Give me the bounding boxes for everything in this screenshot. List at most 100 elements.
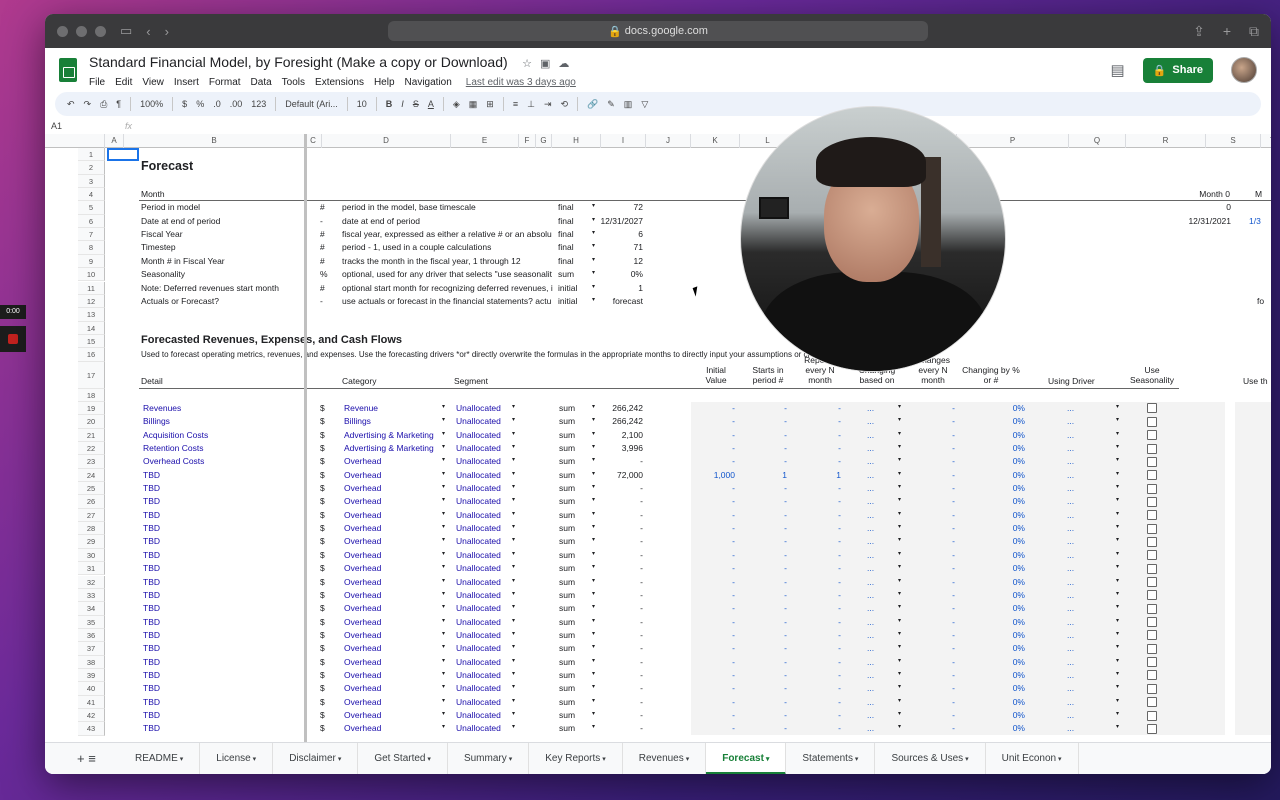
row-header[interactable]: 4 bbox=[78, 188, 105, 202]
seasonality-checkbox[interactable] bbox=[1147, 496, 1157, 507]
row-header[interactable]: 9 bbox=[78, 254, 105, 269]
row-header[interactable]: 14 bbox=[78, 321, 105, 335]
seasonality-checkbox[interactable] bbox=[1147, 523, 1157, 534]
tab-key-reports[interactable]: Key Reports ▾ bbox=[529, 742, 623, 774]
tab-get-started[interactable]: Get Started ▾ bbox=[358, 742, 448, 774]
column-header-r[interactable]: R bbox=[1126, 134, 1206, 148]
menu-file[interactable]: File bbox=[89, 77, 105, 88]
row-header[interactable]: 38 bbox=[78, 655, 105, 669]
row-header[interactable]: 17 bbox=[78, 361, 105, 389]
move-folder-icon[interactable]: ▣ bbox=[540, 57, 550, 70]
column-header-k[interactable]: K bbox=[691, 134, 740, 148]
column-header-p[interactable]: P bbox=[957, 134, 1069, 148]
chevron-down-icon[interactable]: ▾ bbox=[1056, 756, 1062, 763]
chevron-down-icon[interactable]: ▾ bbox=[336, 756, 342, 763]
column-header-f[interactable]: F bbox=[519, 134, 536, 148]
row-header[interactable]: 19 bbox=[78, 401, 105, 416]
seasonality-checkbox[interactable] bbox=[1147, 563, 1157, 574]
row-header[interactable]: 12 bbox=[78, 294, 105, 309]
column-header-i[interactable]: I bbox=[601, 134, 646, 148]
back-icon[interactable]: ‹ bbox=[146, 24, 150, 39]
row-header[interactable]: 34 bbox=[78, 602, 105, 616]
row-header[interactable]: 21 bbox=[78, 428, 105, 442]
row-header[interactable]: 16 bbox=[78, 348, 105, 362]
row-header[interactable]: 1 bbox=[78, 148, 105, 162]
rotate-icon[interactable]: ⟲ bbox=[560, 99, 568, 110]
percent-format-button[interactable]: % bbox=[196, 99, 204, 109]
share-button[interactable]: 🔒 Share bbox=[1142, 57, 1213, 83]
row-header[interactable]: 13 bbox=[78, 308, 105, 322]
close-window-icon[interactable] bbox=[57, 25, 68, 37]
tab-summary[interactable]: Summary ▾ bbox=[448, 742, 530, 774]
column-header-b[interactable]: B bbox=[124, 134, 305, 148]
font-size-select[interactable]: 10 bbox=[357, 99, 367, 109]
seasonality-checkbox[interactable] bbox=[1147, 603, 1157, 614]
forward-icon[interactable]: › bbox=[165, 24, 169, 39]
seasonality-checkbox[interactable] bbox=[1147, 577, 1157, 587]
avatar[interactable] bbox=[1231, 57, 1257, 83]
menu-navigation[interactable]: Navigation bbox=[405, 77, 452, 88]
row-header[interactable]: 18 bbox=[78, 388, 105, 402]
menu-tools[interactable]: Tools bbox=[282, 77, 305, 88]
row-header[interactable]: 8 bbox=[78, 241, 105, 255]
menu-help[interactable]: Help bbox=[374, 77, 395, 88]
currency-format-button[interactable]: $ bbox=[182, 99, 187, 109]
row-header[interactable]: 31 bbox=[78, 562, 105, 576]
menu-edit[interactable]: Edit bbox=[115, 77, 132, 88]
zoom-select[interactable]: 100% bbox=[140, 99, 163, 109]
sidebar-icon[interactable]: ▭ bbox=[120, 23, 132, 39]
seasonality-checkbox[interactable] bbox=[1147, 443, 1157, 454]
seasonality-checkbox[interactable] bbox=[1147, 657, 1157, 668]
seasonality-checkbox[interactable] bbox=[1147, 590, 1157, 601]
last-edit-link[interactable]: Last edit was 3 days ago bbox=[466, 77, 576, 88]
fill-color-icon[interactable]: ◈ bbox=[453, 99, 460, 110]
column-header-h[interactable]: H bbox=[552, 134, 601, 148]
chevron-down-icon[interactable]: ▾ bbox=[425, 756, 431, 763]
new-tab-icon[interactable]: + bbox=[1223, 23, 1231, 40]
paint-format-icon[interactable]: ¶ bbox=[116, 99, 121, 109]
column-header-a[interactable]: A bbox=[105, 134, 124, 148]
column-header-c[interactable]: C bbox=[305, 134, 322, 148]
row-header[interactable]: 35 bbox=[78, 615, 105, 629]
row-header[interactable]: 32 bbox=[78, 575, 105, 589]
column-header-d[interactable]: D bbox=[322, 134, 451, 148]
strikethrough-icon[interactable]: S bbox=[413, 99, 419, 109]
seasonality-checkbox[interactable] bbox=[1147, 510, 1157, 521]
column-header-q[interactable]: Q bbox=[1069, 134, 1126, 148]
menu-format[interactable]: Format bbox=[209, 77, 241, 88]
seasonality-checkbox[interactable] bbox=[1147, 710, 1157, 721]
share-page-icon[interactable]: ⇪ bbox=[1193, 23, 1205, 40]
chevron-down-icon[interactable]: ▾ bbox=[507, 756, 513, 763]
italic-icon[interactable]: I bbox=[401, 99, 404, 109]
tab-statements[interactable]: Statements ▾ bbox=[786, 742, 876, 774]
seasonality-checkbox[interactable] bbox=[1147, 470, 1157, 481]
tab-sources-uses[interactable]: Sources & Uses ▾ bbox=[875, 742, 986, 774]
row-header[interactable]: 22 bbox=[78, 442, 105, 456]
comment-history-icon[interactable]: ▤ bbox=[1111, 61, 1125, 79]
row-header[interactable]: 37 bbox=[78, 642, 105, 656]
column-header-j[interactable]: J bbox=[646, 134, 691, 148]
insert-comment-icon[interactable]: ✎ bbox=[607, 99, 615, 110]
link-icon[interactable]: 🔗 bbox=[587, 99, 598, 110]
row-header[interactable]: 5 bbox=[78, 201, 105, 215]
seasonality-checkbox[interactable] bbox=[1147, 456, 1157, 467]
chevron-down-icon[interactable]: ▾ bbox=[600, 756, 606, 763]
chevron-down-icon[interactable]: ▾ bbox=[178, 756, 184, 763]
row-header[interactable]: 41 bbox=[78, 695, 105, 709]
seasonality-checkbox[interactable] bbox=[1147, 617, 1157, 628]
redo-icon[interactable]: ↷ bbox=[84, 99, 92, 110]
frozen-column-divider[interactable] bbox=[304, 134, 307, 742]
sheets-logo-icon[interactable] bbox=[59, 58, 77, 82]
row-header[interactable]: 30 bbox=[78, 548, 105, 563]
name-box[interactable]: A1 bbox=[51, 121, 115, 131]
seasonality-checkbox[interactable] bbox=[1147, 643, 1157, 654]
row-header[interactable]: 33 bbox=[78, 588, 105, 603]
menu-insert[interactable]: Insert bbox=[174, 77, 199, 88]
stop-recording-button[interactable] bbox=[0, 326, 26, 352]
insert-chart-icon[interactable]: ▥ bbox=[624, 99, 633, 110]
zoom-window-icon[interactable] bbox=[95, 25, 106, 37]
tab-revenues[interactable]: Revenues ▾ bbox=[623, 742, 707, 774]
row-header[interactable]: 25 bbox=[78, 482, 105, 496]
borders-icon[interactable]: ▦ bbox=[469, 99, 478, 110]
row-header[interactable]: 10 bbox=[78, 268, 105, 282]
